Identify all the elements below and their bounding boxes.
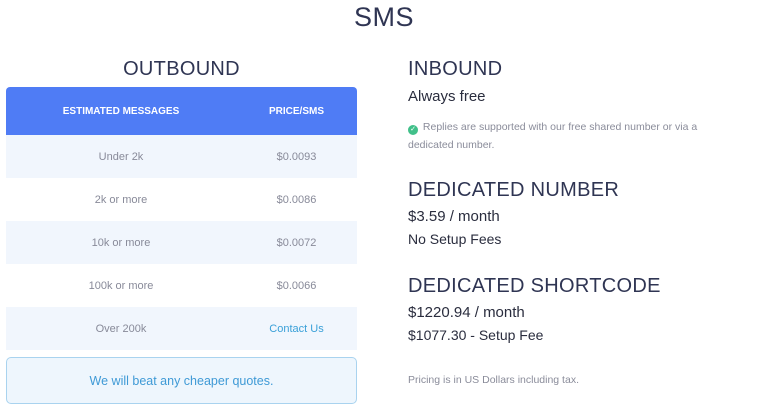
price-cell: $0.0086 [276,193,317,206]
messages-cell: 10k or more [91,236,151,249]
table-header: ESTIMATED MESSAGES PRICE/SMS [6,87,357,135]
check-circle-icon: ✓ [408,125,418,135]
inbound-subtitle: Always free [408,88,486,105]
messages-cell: Over 200k [95,322,147,335]
pricing-table: ESTIMATED MESSAGES PRICE/SMS Under 2k $0… [6,87,357,350]
table-row: Over 200k Contact Us [6,307,357,350]
dedicated-shortcode-price: $1220.94 / month [408,304,525,321]
header-estimated-messages: ESTIMATED MESSAGES [62,105,180,117]
dedicated-shortcode-setup: $1077.30 - Setup Fee [408,327,544,343]
messages-cell: Under 2k [98,150,144,163]
price-cell: Contact Us [236,323,357,335]
outbound-title: OUTBOUND [123,58,240,80]
quote-text: We will beat any cheaper quotes. [89,373,274,388]
dedicated-number-setup: No Setup Fees [408,231,502,247]
messages-cell: 2k or more [94,193,148,206]
messages-cell: 100k or more [88,279,154,292]
inbound-note-text: Replies are supported with our free shar… [408,121,698,151]
header-price-sms: PRICE/SMS [268,105,324,117]
table-row: 100k or more $0.0066 [6,264,357,307]
dedicated-number-price: $3.59 / month [408,208,500,225]
price-cell: $0.0072 [276,236,317,249]
page-title: SMS [353,2,414,32]
table-row: 10k or more $0.0072 [6,221,357,264]
price-cell: $0.0093 [276,150,317,163]
dedicated-number-title: DEDICATED NUMBER [408,179,620,201]
inbound-title: INBOUND [408,58,503,80]
quote-notice: We will beat any cheaper quotes. [6,357,357,404]
table-row: Under 2k $0.0093 [6,135,357,178]
contact-us-link[interactable]: Contact Us [269,323,323,335]
dedicated-shortcode-title: DEDICATED SHORTCODE [408,275,661,297]
inbound-note: ✓ Replies are supported with our free sh… [408,118,738,154]
table-row: 2k or more $0.0086 [6,178,357,221]
price-cell: $0.0066 [276,279,317,292]
footer-note: Pricing is in US Dollars including tax. [408,374,579,386]
